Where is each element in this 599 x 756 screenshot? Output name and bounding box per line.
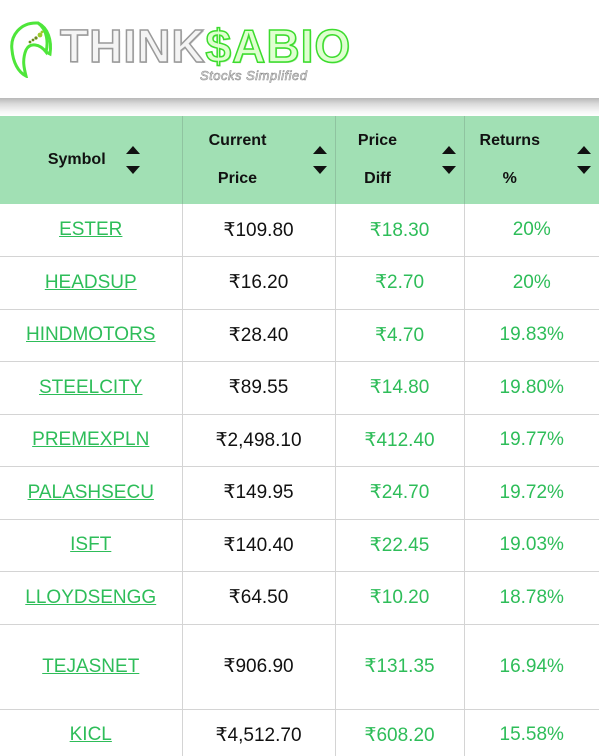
brand-name-sabio: $ABIO <box>205 20 352 72</box>
table-row: ESTER ₹109.80 ₹18.30 20% <box>0 204 599 257</box>
price-diff-cell: ₹14.80 <box>335 361 465 415</box>
returns-cell: 19.03% <box>464 519 599 572</box>
column-header-returns[interactable]: Returns% <box>464 116 599 204</box>
symbol-link[interactable]: KICL <box>70 724 112 745</box>
current-price-cell: ₹28.40 <box>182 309 336 362</box>
price-diff-cell: ₹22.45 <box>335 519 465 572</box>
column-header-symbol[interactable]: Symbol <box>0 116 183 204</box>
current-price-cell: ₹4,512.70 <box>182 709 336 756</box>
price-diff-cell: ₹18.30 <box>335 204 465 257</box>
top-gainers-table: Symbol CurrentPrice PriceDiff Returns% <box>0 116 599 756</box>
current-price-cell: ₹906.90 <box>182 624 336 710</box>
current-price-cell: ₹149.95 <box>182 466 336 520</box>
returns-cell: 19.80% <box>464 361 599 415</box>
symbol-link[interactable]: STEELCITY <box>39 377 142 398</box>
price-diff-cell: ₹24.70 <box>335 466 465 520</box>
returns-cell: 20% <box>464 256 599 310</box>
returns-cell: 18.78% <box>464 571 599 625</box>
symbol-cell: ESTER <box>0 204 183 257</box>
symbol-link[interactable]: PREMEXPLN <box>32 429 149 450</box>
symbol-link[interactable]: ESTER <box>59 219 122 240</box>
symbol-link[interactable]: ISFT <box>70 534 111 555</box>
sort-updown-icon[interactable] <box>577 146 591 174</box>
price-diff-cell: ₹131.35 <box>335 624 465 710</box>
table-row: LLOYDSENGG ₹64.50 ₹10.20 18.78% <box>0 571 599 625</box>
column-header-label: Current Price <box>208 132 267 187</box>
symbol-link[interactable]: HEADSUP <box>45 272 137 293</box>
thinksabio-logo[interactable]: THINK$ABIO Stocks Simplified <box>4 14 351 86</box>
current-price-cell: ₹109.80 <box>182 204 336 257</box>
returns-cell: 20% <box>464 204 599 257</box>
head-profile-icon <box>10 21 52 78</box>
symbol-cell: KICL <box>0 709 183 756</box>
site-header: THINK$ABIO Stocks Simplified <box>0 0 599 98</box>
returns-cell: 19.72% <box>464 466 599 520</box>
returns-cell: 15.58% <box>464 709 599 756</box>
brand-name: THINK$ABIO <box>59 20 352 72</box>
table-row: TEJASNET ₹906.90 ₹131.35 16.94% <box>0 624 599 710</box>
price-diff-cell: ₹2.70 <box>335 256 465 310</box>
table-row: PREMEXPLN ₹2,498.10 ₹412.40 19.77% <box>0 414 599 467</box>
table-body: ESTER ₹109.80 ₹18.30 20% HEADSUP ₹16.20 ₹2.70… <box>0 204 599 756</box>
current-price-cell: ₹64.50 <box>182 571 336 625</box>
brand-name-think: THINK <box>59 20 206 72</box>
column-header-price-diff[interactable]: Price Diff <box>335 116 465 204</box>
table-row: ISFT ₹140.40 ₹22.45 19.03% <box>0 519 599 572</box>
symbol-cell: PALASHSECU <box>0 466 183 520</box>
price-diff-cell: ₹412.40 <box>335 414 465 467</box>
price-diff-cell: ₹608.20 <box>335 709 465 756</box>
symbol-link[interactable]: LLOYDSENGG <box>25 587 156 608</box>
returns-cell: 19.83% <box>464 309 599 362</box>
current-price-cell: ₹140.40 <box>182 519 336 572</box>
symbol-link[interactable]: PALASHSECU <box>28 482 154 503</box>
table-row: STEELCITY ₹89.55 ₹14.80 19.80% <box>0 361 599 415</box>
brand-tagline: Stocks Simplified <box>200 68 308 84</box>
price-diff-cell: ₹4.70 <box>335 309 465 362</box>
symbol-link[interactable]: TEJASNET <box>42 656 139 677</box>
table-row: KICL ₹4,512.70 ₹608.20 15.58% <box>0 709 599 756</box>
column-header-current-price[interactable]: Current Price <box>182 116 336 204</box>
price-diff-cell: ₹10.20 <box>335 571 465 625</box>
symbol-cell: HINDMOTORS <box>0 309 183 362</box>
table-row: PALASHSECU ₹149.95 ₹24.70 19.72% <box>0 466 599 520</box>
returns-cell: 16.94% <box>464 624 599 710</box>
column-header-label: Symbol <box>47 151 106 168</box>
column-header-label: Price Diff <box>357 132 398 187</box>
symbol-cell: LLOYDSENGG <box>0 571 183 625</box>
symbol-cell: ISFT <box>0 519 183 572</box>
sort-updown-icon[interactable] <box>125 146 140 174</box>
current-price-cell: ₹89.55 <box>182 361 336 415</box>
table-row: HINDMOTORS ₹28.40 ₹4.70 19.83% <box>0 309 599 362</box>
symbol-link[interactable]: HINDMOTORS <box>26 324 155 345</box>
column-header-label: Returns% <box>479 132 540 187</box>
symbol-cell: PREMEXPLN <box>0 414 183 467</box>
table-row: HEADSUP ₹16.20 ₹2.70 20% <box>0 256 599 310</box>
symbol-cell: HEADSUP <box>0 256 183 310</box>
header-shadow-divider <box>0 98 599 116</box>
current-price-cell: ₹2,498.10 <box>182 414 336 467</box>
table-header-row: Symbol Current Price Price Diff Returns% <box>0 116 599 204</box>
returns-cell: 19.77% <box>464 414 599 467</box>
symbol-cell: TEJASNET <box>0 624 183 710</box>
sort-updown-icon[interactable] <box>441 146 456 174</box>
sort-updown-icon[interactable] <box>312 146 327 174</box>
current-price-cell: ₹16.20 <box>182 256 336 310</box>
symbol-cell: STEELCITY <box>0 361 183 415</box>
